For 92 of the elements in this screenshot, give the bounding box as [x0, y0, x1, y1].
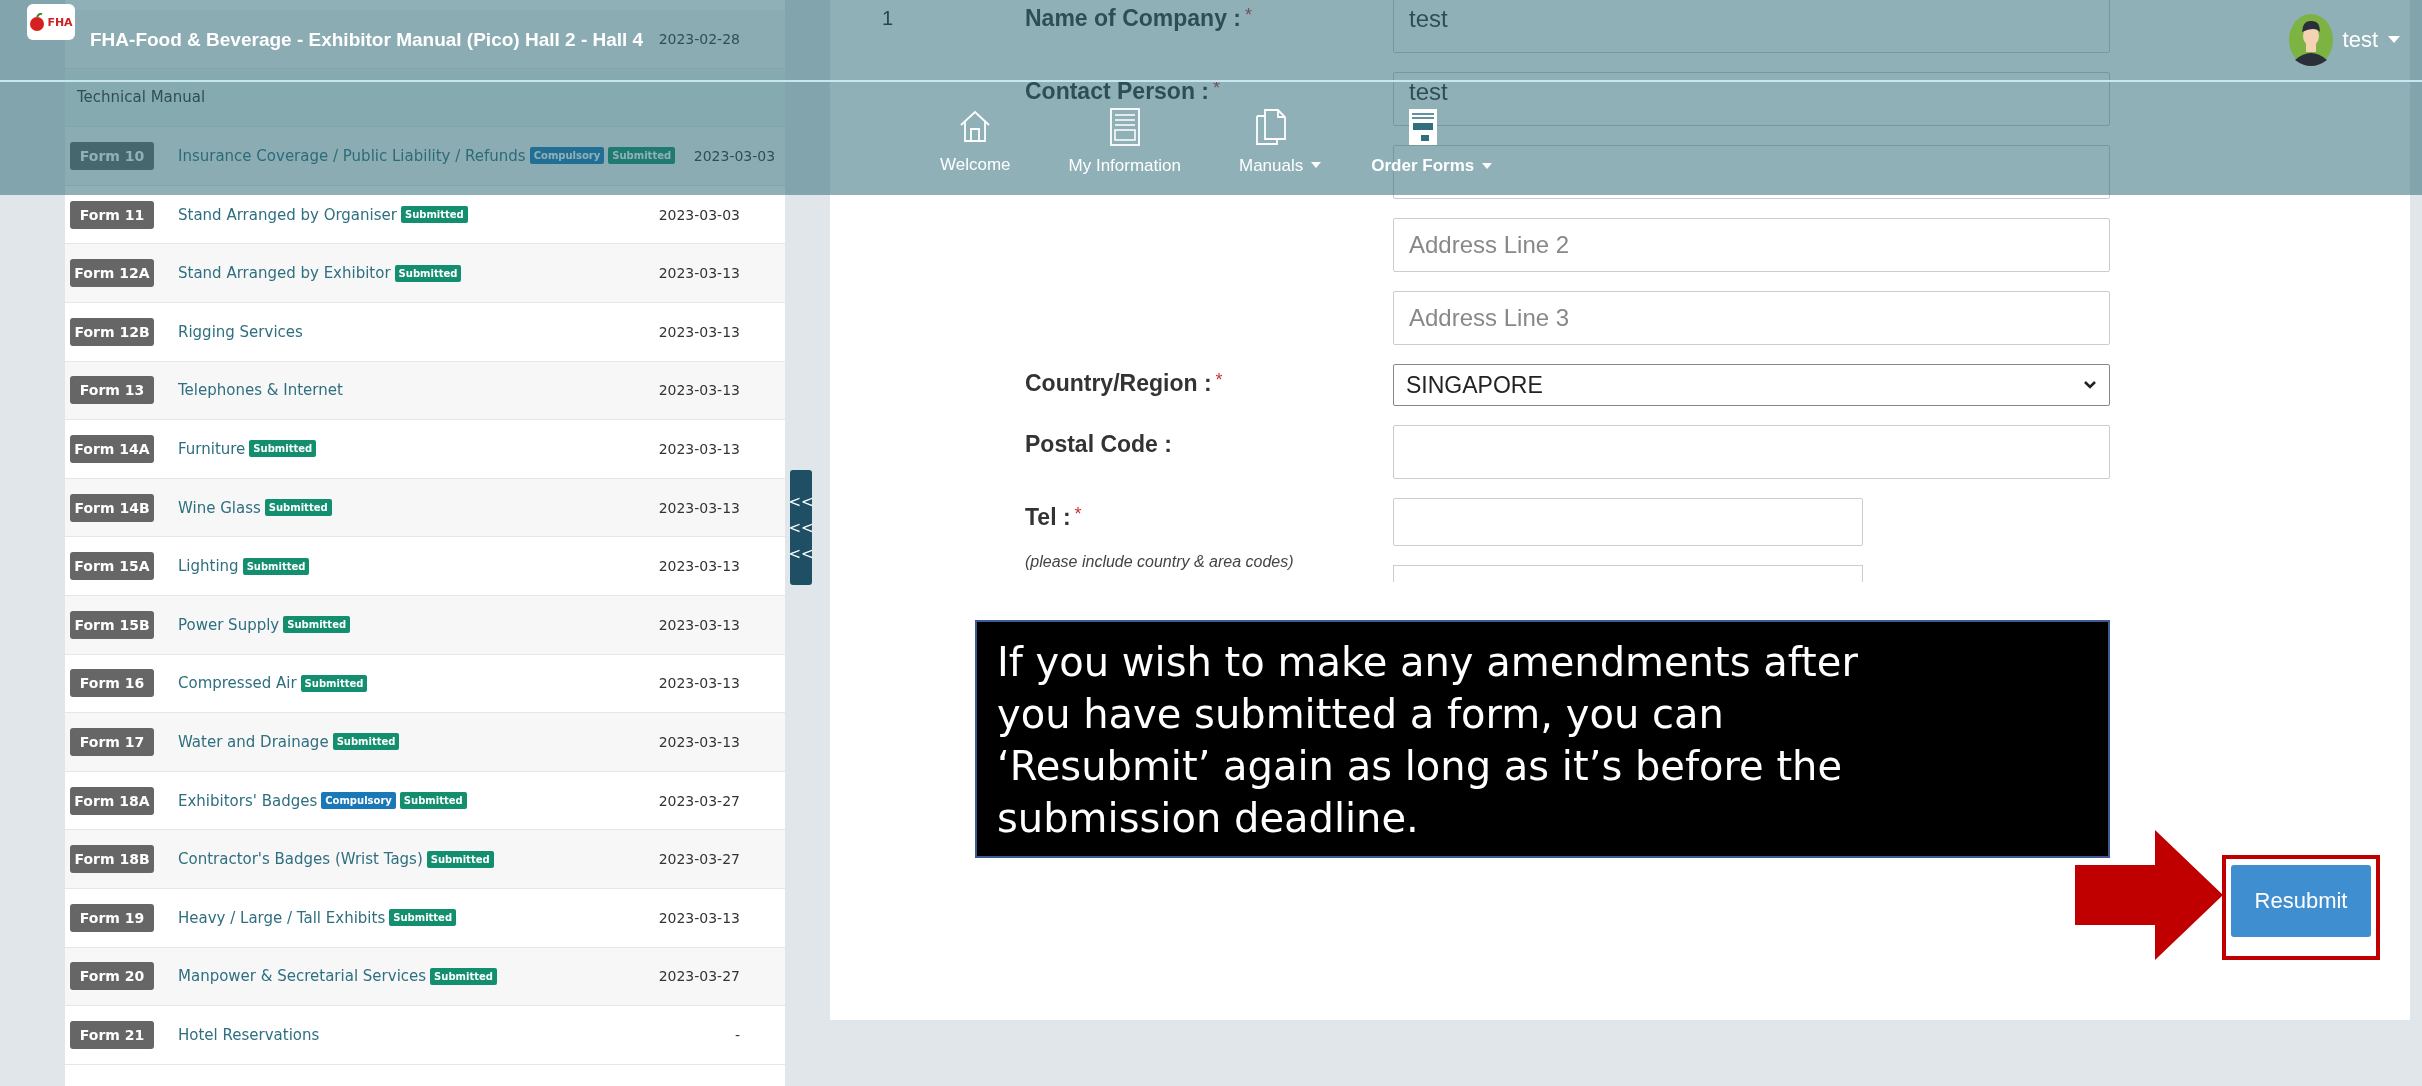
home-icon[interactable] — [959, 109, 992, 143]
deadline-date: 2023-03-13 — [657, 382, 740, 399]
form-code-badge: Form 19 — [70, 903, 154, 932]
form-code-badge: Form 15A — [70, 552, 154, 581]
status-tag: Submitted — [242, 557, 310, 575]
input-field[interactable]: test — [1393, 72, 2110, 126]
deadline-date: 2023-03-27 — [657, 792, 740, 809]
input-field[interactable]: Address Line 3 — [1393, 291, 2110, 345]
status-tag: Submitted — [389, 909, 457, 927]
form-title-link[interactable]: Stand Arranged by Exhibitor — [178, 264, 391, 283]
deadline-date: 2023-03-03 — [692, 148, 776, 164]
form-title-link[interactable]: Manpower & Secretarial Services — [178, 967, 427, 986]
deadline-date: 2023-03-27 — [657, 851, 740, 868]
deadline-date: 2023-03-13 — [657, 733, 740, 750]
logo-badge[interactable]: FHA — [27, 4, 75, 40]
status-tag: Submitted — [283, 616, 351, 634]
status-tag: Submitted — [399, 792, 467, 809]
form-title-link[interactable]: Rigging Services — [178, 322, 303, 341]
form-code-badge: Form 18B — [70, 845, 154, 874]
apple-icon — [29, 13, 46, 31]
deadline-date: 2023-03-13 — [657, 265, 740, 282]
collapse-sidebar-button[interactable]: << << << — [790, 470, 812, 585]
form-title-link[interactable]: Furniture — [178, 439, 246, 458]
row-number: 1 — [882, 7, 894, 29]
form-code-badge: Form 10 — [70, 142, 154, 170]
deadline-date: 2023-03-13 — [657, 323, 740, 340]
deadline-date: 2023-02-28 — [657, 30, 740, 47]
input-field[interactable] — [1393, 425, 2110, 479]
form-title-link[interactable]: Hotel Reservations — [178, 1025, 320, 1044]
form-title-link[interactable]: Stand Arranged by Organiser — [178, 205, 397, 224]
profile-card-icon[interactable] — [1109, 108, 1140, 146]
status-tag: Submitted — [394, 264, 462, 282]
status-tag: Submitted — [332, 733, 400, 751]
form-code-badge: Form 20 — [70, 962, 154, 991]
deadline-date: 2023-03-13 — [657, 675, 740, 692]
deadline-date: 2023-03-13 — [657, 616, 740, 633]
resubmit-button[interactable]: Resubmit — [2231, 865, 2371, 937]
field-label: Postal Code : — [1025, 431, 1173, 458]
form-icon[interactable] — [1407, 108, 1438, 146]
section-title: Technical Manual — [77, 88, 206, 107]
form-title-link[interactable]: Water and Drainage — [178, 732, 329, 751]
country-select[interactable]: SINGAPORE — [1393, 364, 2110, 406]
callout-note: If you wish to make any amendments after you have submitted a form, you can ‘Resubmit’ again as long as it’s before the submission deadline. — [975, 620, 2110, 858]
input-field[interactable]: test — [1393, 0, 2110, 53]
status-tag: Submitted — [426, 850, 494, 868]
deadline-date: 2023-03-13 — [657, 499, 740, 516]
form-code-badge: Form 13 — [70, 376, 154, 405]
form-code-badge: Form 15B — [70, 610, 154, 639]
form-title-link[interactable]: Heavy / Large / Tall Exhibits — [178, 908, 386, 927]
logo-text: FHA — [47, 15, 73, 29]
deadline-date: 2023-03-03 — [657, 206, 740, 223]
documents-icon[interactable] — [1256, 108, 1287, 145]
status-tag: Submitted — [430, 967, 497, 985]
status-tag: Submitted — [608, 147, 676, 165]
chevron-down-icon — [2083, 380, 2097, 390]
form-title-link[interactable]: Wine Glass — [178, 498, 261, 517]
form-code-badge: Form 18A — [70, 786, 154, 815]
form-title-link[interactable]: Contractor's Badges (Wrist Tags) — [178, 850, 423, 869]
deadline-date: 2023-03-27 — [657, 968, 740, 985]
form-title-link[interactable]: Lighting — [178, 557, 239, 576]
form-code-badge: Form 21 — [70, 1020, 154, 1049]
input-field[interactable] — [1393, 498, 1863, 546]
caret-icon — [2388, 36, 2400, 44]
status-tag: Submitted — [300, 674, 368, 692]
form-code-badge: Form 17 — [70, 727, 154, 756]
deadline-date: 2023-03-13 — [657, 558, 740, 575]
deadline-date: 2023-03-13 — [657, 909, 740, 926]
form-code-badge: Form 12B — [70, 317, 154, 346]
avatar-icon[interactable] — [2288, 14, 2333, 66]
form-title-link[interactable]: Telephones & Internet — [178, 381, 343, 400]
input-field[interactable] — [1393, 565, 1863, 582]
form-code-badge: Form 14A — [70, 434, 154, 463]
status-tag: Compulsory — [321, 792, 396, 809]
status-tag: Submitted — [249, 440, 317, 458]
field-label: Tel : * — [1025, 504, 1083, 531]
status-tag: Submitted — [264, 499, 332, 517]
deadline-date: - — [733, 1026, 740, 1043]
page-title: FHA-Food & Beverage - Exhibitor Manual (Pico) Hall 2 - Hall 4 — [90, 29, 644, 51]
form-code-badge: Form 16 — [70, 669, 154, 698]
form-title-link[interactable]: Exhibitors' Badges — [178, 791, 318, 810]
field-label: Country/Region : * — [1025, 370, 1224, 397]
field-label: Name of Company : * — [1025, 5, 1253, 32]
form-code-badge: Form 11 — [70, 200, 154, 229]
form-title-link[interactable]: Power Supply — [178, 615, 280, 634]
form-title-link[interactable]: Compressed Air — [178, 674, 297, 693]
field-hint: (please include country & area codes) — [1025, 553, 1295, 571]
input-field[interactable]: Address Line 2 — [1393, 218, 2110, 272]
form-code-badge: Form 12A — [70, 259, 154, 288]
deadline-date: 2023-03-13 — [657, 440, 740, 457]
status-tag: Compulsory — [529, 147, 605, 165]
form-code-badge: Form 14B — [70, 493, 154, 522]
status-tag: Submitted — [400, 206, 468, 224]
